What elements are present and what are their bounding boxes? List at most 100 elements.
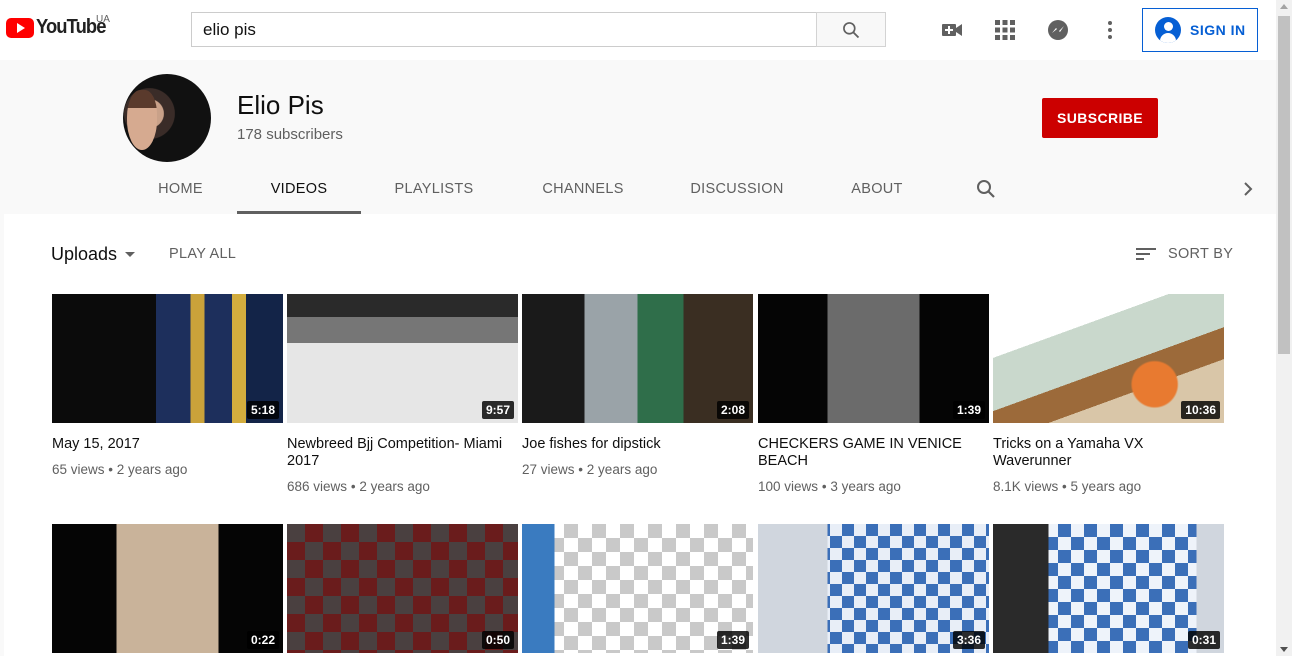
sort-by-label: SORT BY [1168,246,1234,262]
scroll-down-arrow-icon[interactable] [1280,647,1288,652]
sort-icon [1136,248,1156,260]
video-item[interactable]: 1:39 [522,524,753,653]
upload-age: 3 years ago [830,479,901,494]
channel-tabs: HOME VIDEOS PLAYLISTS CHANNELS DISCUSSIO… [4,164,1276,214]
video-item[interactable]: 0:31 [993,524,1224,653]
channel-avatar[interactable] [123,74,211,162]
video-meta: 27 views • 2 years ago [522,462,753,477]
video-meta: 686 views • 2 years ago [287,479,518,494]
create-video-button[interactable] [940,18,964,42]
sort-by-button[interactable]: SORT BY [1134,242,1233,266]
apps-button[interactable] [993,18,1017,42]
tab-playlists[interactable]: PLAYLISTS [378,164,490,214]
apps-grid-icon [995,20,1015,40]
video-duration: 2:08 [716,401,749,419]
view-count: 100 views [758,479,819,494]
scrollbar-thumb[interactable] [1278,16,1290,354]
masthead: YouTube UA elio pis SIGN IN [0,0,1276,60]
tab-videos[interactable]: VIDEOS [237,164,361,214]
subscriber-count: 178 subscribers [237,126,343,143]
video-duration: 0:31 [1187,631,1220,649]
search-icon [843,21,860,38]
video-thumbnail[interactable]: 9:57 [287,294,518,423]
scroll-up-arrow-icon[interactable] [1280,4,1288,9]
video-title[interactable]: CHECKERS GAME IN VENICE BEACH [758,436,989,470]
meta-separator: • [821,479,827,494]
more-vertical-icon [1108,21,1112,39]
subscribe-button[interactable]: SUBSCRIBE [1042,98,1158,138]
video-thumbnail[interactable]: 0:22 [52,524,283,653]
tabs-next-button[interactable] [1236,177,1260,201]
video-meta: 100 views • 3 years ago [758,479,989,494]
messages-icon [1048,20,1068,40]
channel-name: Elio Pis [237,90,324,120]
video-item[interactable]: 3:36 [758,524,989,653]
video-thumbnail[interactable]: 1:39 [758,294,989,423]
videos-content: Uploads PLAY ALL SORT BY 5:18 May 15, 20… [4,214,1276,656]
tab-home[interactable]: HOME [139,164,222,214]
upload-age: 2 years ago [359,479,430,494]
video-thumbnail[interactable]: 5:18 [52,294,283,423]
video-item[interactable]: 1:39 CHECKERS GAME IN VENICE BEACH 100 v… [758,294,989,494]
video-duration: 10:36 [1181,401,1220,419]
video-duration: 3:36 [952,631,985,649]
account-circle-icon [1155,17,1181,43]
view-count: 27 views [522,462,575,477]
youtube-play-icon [6,17,34,38]
video-title[interactable]: May 15, 2017 [52,436,283,453]
video-thumbnail[interactable]: 1:39 [522,524,753,653]
country-code: UA [96,14,110,25]
video-duration: 5:18 [246,401,279,419]
video-duration: 9:57 [481,401,514,419]
caret-down-icon [125,252,136,257]
search-bar [191,12,886,47]
youtube-logo[interactable]: YouTube UA [6,14,112,39]
messages-button[interactable] [1046,18,1070,42]
uploads-dropdown[interactable]: Uploads [51,244,136,265]
tab-about[interactable]: ABOUT [834,164,920,214]
search-input[interactable] [191,12,816,47]
search-icon [977,180,995,198]
video-thumbnail[interactable]: 3:36 [758,524,989,653]
meta-separator: • [108,462,114,477]
play-all-button[interactable]: PLAY ALL [169,246,236,262]
tab-channels[interactable]: CHANNELS [526,164,640,214]
tab-discussion[interactable]: DISCUSSION [676,164,798,214]
video-item[interactable]: 0:50 [287,524,518,653]
meta-separator: • [350,479,356,494]
video-item[interactable]: 0:22 [52,524,283,653]
video-item[interactable]: 2:08 Joe fishes for dipstick 27 views • … [522,294,753,477]
sign-in-button[interactable]: SIGN IN [1142,8,1258,52]
video-duration: 0:50 [481,631,514,649]
meta-separator: • [1062,479,1067,494]
video-thumbnail[interactable]: 0:50 [287,524,518,653]
video-thumbnail[interactable]: 2:08 [522,294,753,423]
chevron-right-icon [1244,182,1253,196]
upload-age: 2 years ago [116,462,188,477]
video-title[interactable]: Joe fishes for dipstick [522,436,753,453]
meta-separator: • [578,462,584,477]
upload-age: 5 years ago [1070,479,1142,494]
channel-search-button[interactable] [974,177,998,201]
uploads-label: Uploads [51,244,118,264]
video-duration: 1:39 [716,631,749,649]
search-button[interactable] [816,12,886,47]
video-item[interactable]: 10:36 Tricks on a Yamaha VX Waverunner 8… [993,294,1224,494]
video-title[interactable]: Newbreed Bjj Competition- Miami 2017 [287,436,518,470]
video-meta: 8.1K views • 5 years ago [993,479,1224,494]
video-item[interactable]: 9:57 Newbreed Bjj Competition- Miami 201… [287,294,518,494]
settings-menu-button[interactable] [1098,18,1122,42]
video-title[interactable]: Tricks on a Yamaha VX Waverunner [993,436,1224,470]
video-meta: 65 views • 2 years ago [52,462,283,477]
upload-age: 2 years ago [586,462,658,477]
page-scrollbar[interactable] [1276,0,1292,656]
sign-in-label: SIGN IN [1190,22,1246,38]
video-thumbnail[interactable]: 10:36 [993,294,1224,423]
view-count: 65 views [52,462,105,477]
video-duration: 1:39 [952,401,985,419]
view-count: 686 views [287,479,348,494]
video-item[interactable]: 5:18 May 15, 2017 65 views • 2 years ago [52,294,283,477]
video-camera-icon [942,24,962,36]
video-thumbnail[interactable]: 0:31 [993,524,1224,653]
video-duration: 0:22 [246,631,279,649]
